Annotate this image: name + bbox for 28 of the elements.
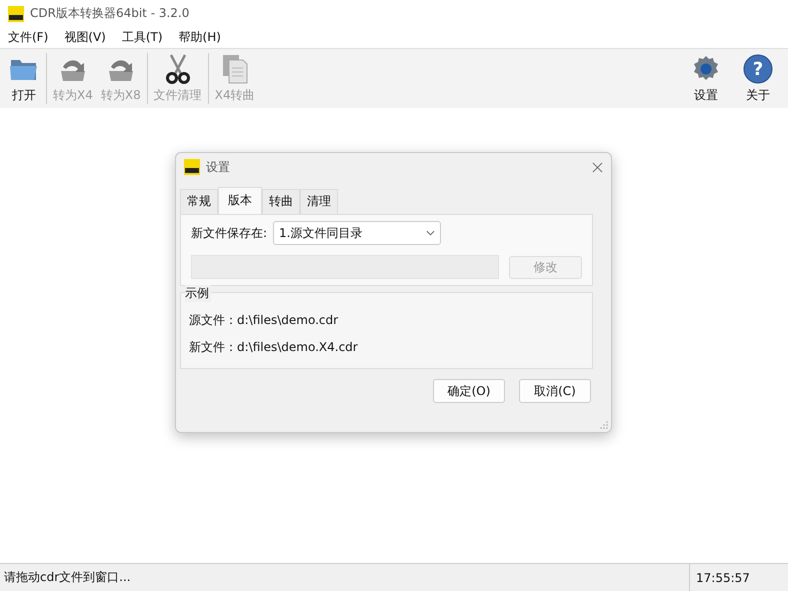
tab[interactable]: 转曲 [262,189,300,214]
toolbar-button[interactable]: ? 关于 [732,49,784,108]
save-location-dropdown[interactable]: 1.源文件同目录 [273,221,442,245]
tab[interactable]: 清理 [300,189,338,214]
resize-grip-icon[interactable] [600,421,608,429]
app-logo-icon [184,159,200,175]
tab[interactable]: 版本 [218,187,262,214]
save-location-label: 新文件保存在: [191,224,268,242]
group-title: 示例 [185,285,211,302]
menu-item[interactable]: 帮助(H) [170,29,229,46]
toolbar-button[interactable]: 打开 [4,49,44,108]
status-message: 请拖动cdr文件到窗口... [3,569,132,586]
dialog-button[interactable]: 确定(O) [433,379,505,403]
help-icon: ? [742,53,774,85]
status-time: 17:55:57 [689,564,788,591]
dialog-title: 设置 [206,158,231,176]
close-icon[interactable] [592,162,603,172]
toolbar-button[interactable]: 设置 [680,49,732,108]
dialog-button[interactable]: 取消(C) [519,379,591,403]
example-path-text: 新文件：d:\files\demo.X4.cdr [189,339,359,356]
example-path-text: 源文件：d:\files\demo.cdr [189,312,340,329]
menu-item[interactable]: 文件(F) [0,29,56,46]
window-title: CDR版本转换器64bit - 3.2.0 [30,5,190,22]
app-logo-icon [8,6,24,22]
menu-item[interactable]: 视图(V) [56,29,114,46]
tab[interactable]: 常规 [180,189,218,214]
chevron-icon [426,230,436,236]
menu-item[interactable]: 工具(T) [114,29,171,46]
